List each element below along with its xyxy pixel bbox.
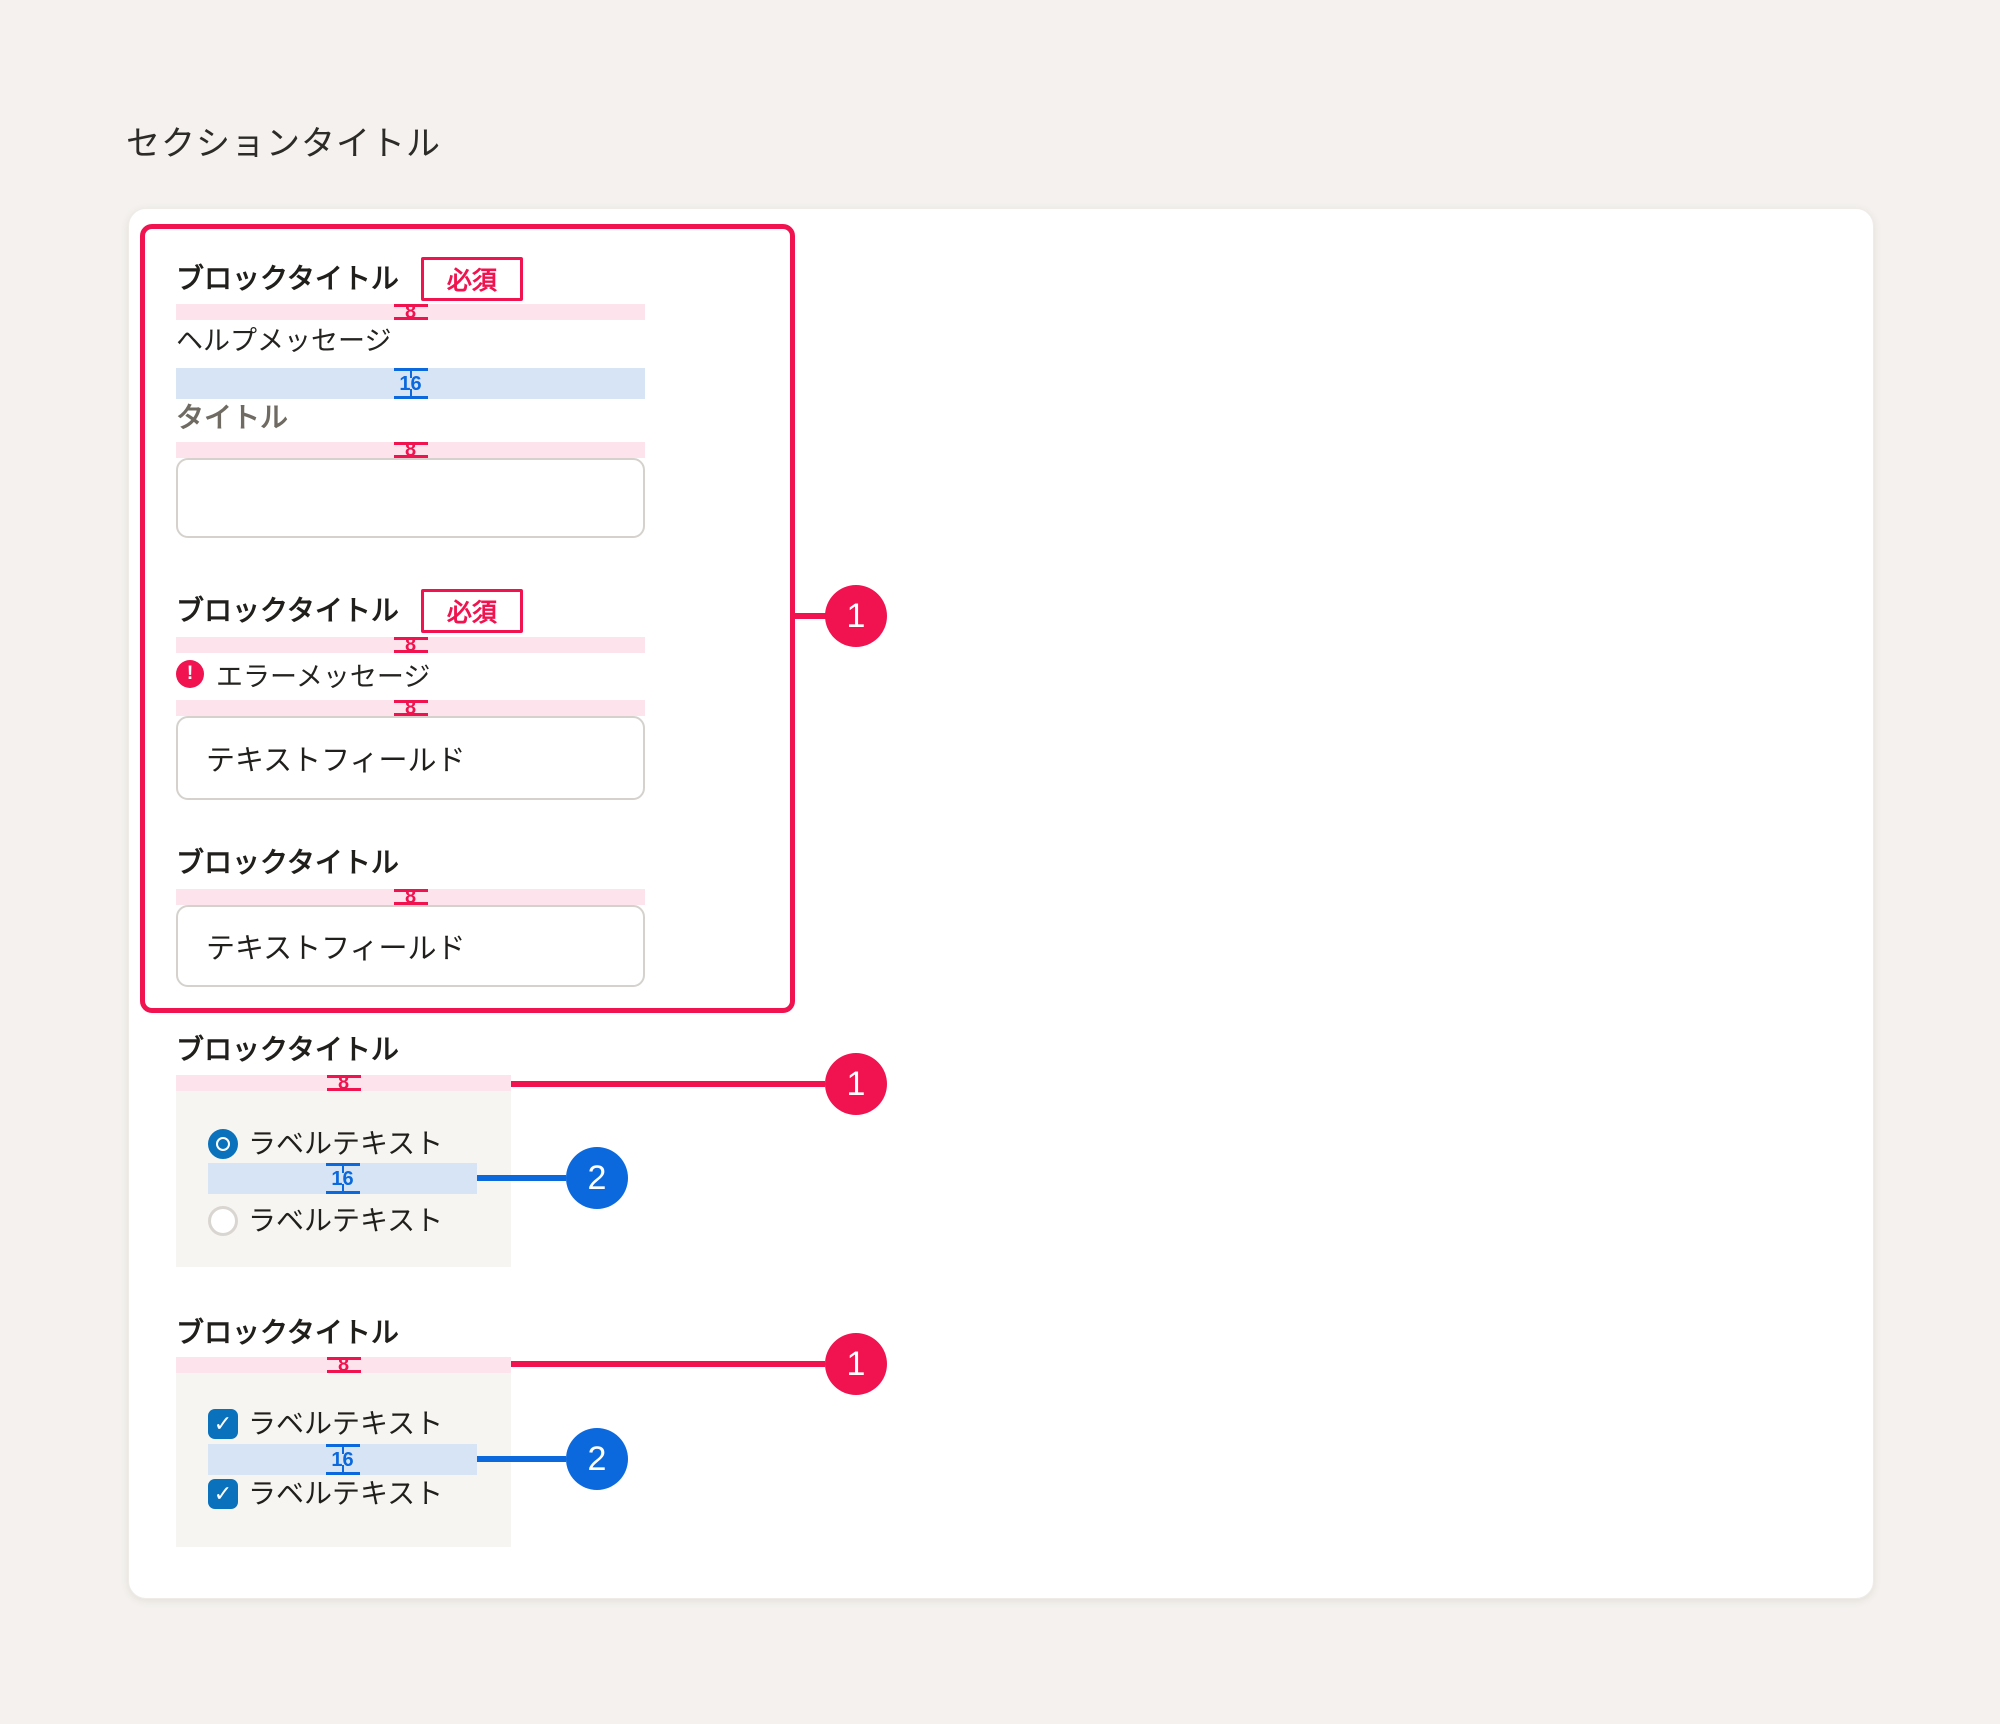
checkbox-label: ラベルテキスト (248, 1404, 443, 1444)
radio-selected[interactable] (208, 1129, 238, 1159)
spacing-band-16px: 16 (208, 1163, 477, 1194)
radio-unselected[interactable] (208, 1206, 238, 1236)
spacing-marker-8: 8 (327, 1075, 361, 1091)
block-title: ブロックタイトル (176, 1313, 399, 1353)
marker-stub (342, 1465, 344, 1472)
block-title: ブロックタイトル (176, 843, 399, 883)
help-message: ヘルプメッセージ (176, 318, 391, 364)
spacing-marker-16: 16 (394, 368, 428, 399)
checkbox-checked[interactable]: ✓ (208, 1479, 238, 1509)
text-input-empty[interactable] (176, 458, 645, 538)
spacing-band-8px: 8 (176, 442, 645, 458)
annotation-circle-1: 1 (825, 585, 887, 647)
error-icon: ! (176, 660, 204, 688)
text-input-filled[interactable] (176, 905, 645, 987)
marker-stub (342, 1184, 344, 1191)
annotation-circle-2: 2 (566, 1147, 628, 1209)
spacing-marker-8: 8 (394, 442, 428, 458)
block-title: ブロックタイトル (176, 1030, 399, 1070)
radio-label: ラベルテキスト (248, 1201, 443, 1241)
error-message-row: ! エラーメッセージ (176, 658, 430, 690)
spacing-marker-8: 8 (394, 700, 428, 716)
annotation-connector (477, 1175, 566, 1181)
spacing-band-16px: 16 (208, 1444, 477, 1475)
error-message: エラーメッセージ (216, 655, 430, 694)
spacing-band-8px: 8 (176, 700, 645, 716)
spacing-marker-8: 8 (394, 637, 428, 653)
block2-title-row: ブロックタイトル 必須 (176, 588, 523, 634)
spacing-band-8px: 8 (176, 637, 645, 653)
annotation-connector (511, 1081, 825, 1087)
block-title: ブロックタイトル (176, 256, 399, 302)
annotation-circle-2: 2 (566, 1428, 628, 1490)
spacing-band-8px: 8 (176, 1357, 511, 1373)
spacing-marker-8: 8 (394, 304, 428, 320)
radio-label: ラベルテキスト (248, 1124, 443, 1164)
marker-stub (410, 389, 412, 396)
annotation-connector (795, 613, 826, 619)
spacing-band-8px: 8 (176, 889, 645, 905)
check-icon: ✓ (214, 1411, 232, 1437)
checkbox-label: ラベルテキスト (248, 1474, 443, 1514)
annotation-circle-1: 1 (825, 1053, 887, 1115)
annotation-connector (477, 1456, 566, 1462)
spacing-marker-8: 8 (394, 889, 428, 905)
field-label: タイトル (176, 396, 288, 440)
required-badge: 必須 (421, 257, 523, 301)
annotation-connector (511, 1361, 825, 1367)
block1-title-row: ブロックタイトル 必須 (176, 256, 523, 302)
checkbox-checked[interactable]: ✓ (208, 1409, 238, 1439)
check-icon: ✓ (214, 1481, 232, 1507)
spacing-marker-8: 8 (327, 1357, 361, 1373)
spacing-marker-16: 16 (326, 1444, 360, 1475)
spacing-marker-16: 16 (326, 1163, 360, 1194)
spacing-band-16px: 16 (176, 368, 645, 399)
annotation-circle-1: 1 (825, 1333, 887, 1395)
block-title: ブロックタイトル (176, 588, 399, 634)
spacing-band-8px: 8 (176, 1075, 511, 1091)
text-input-filled[interactable] (176, 716, 645, 800)
required-badge: 必須 (421, 589, 523, 633)
section-title: セクションタイトル (126, 116, 441, 165)
